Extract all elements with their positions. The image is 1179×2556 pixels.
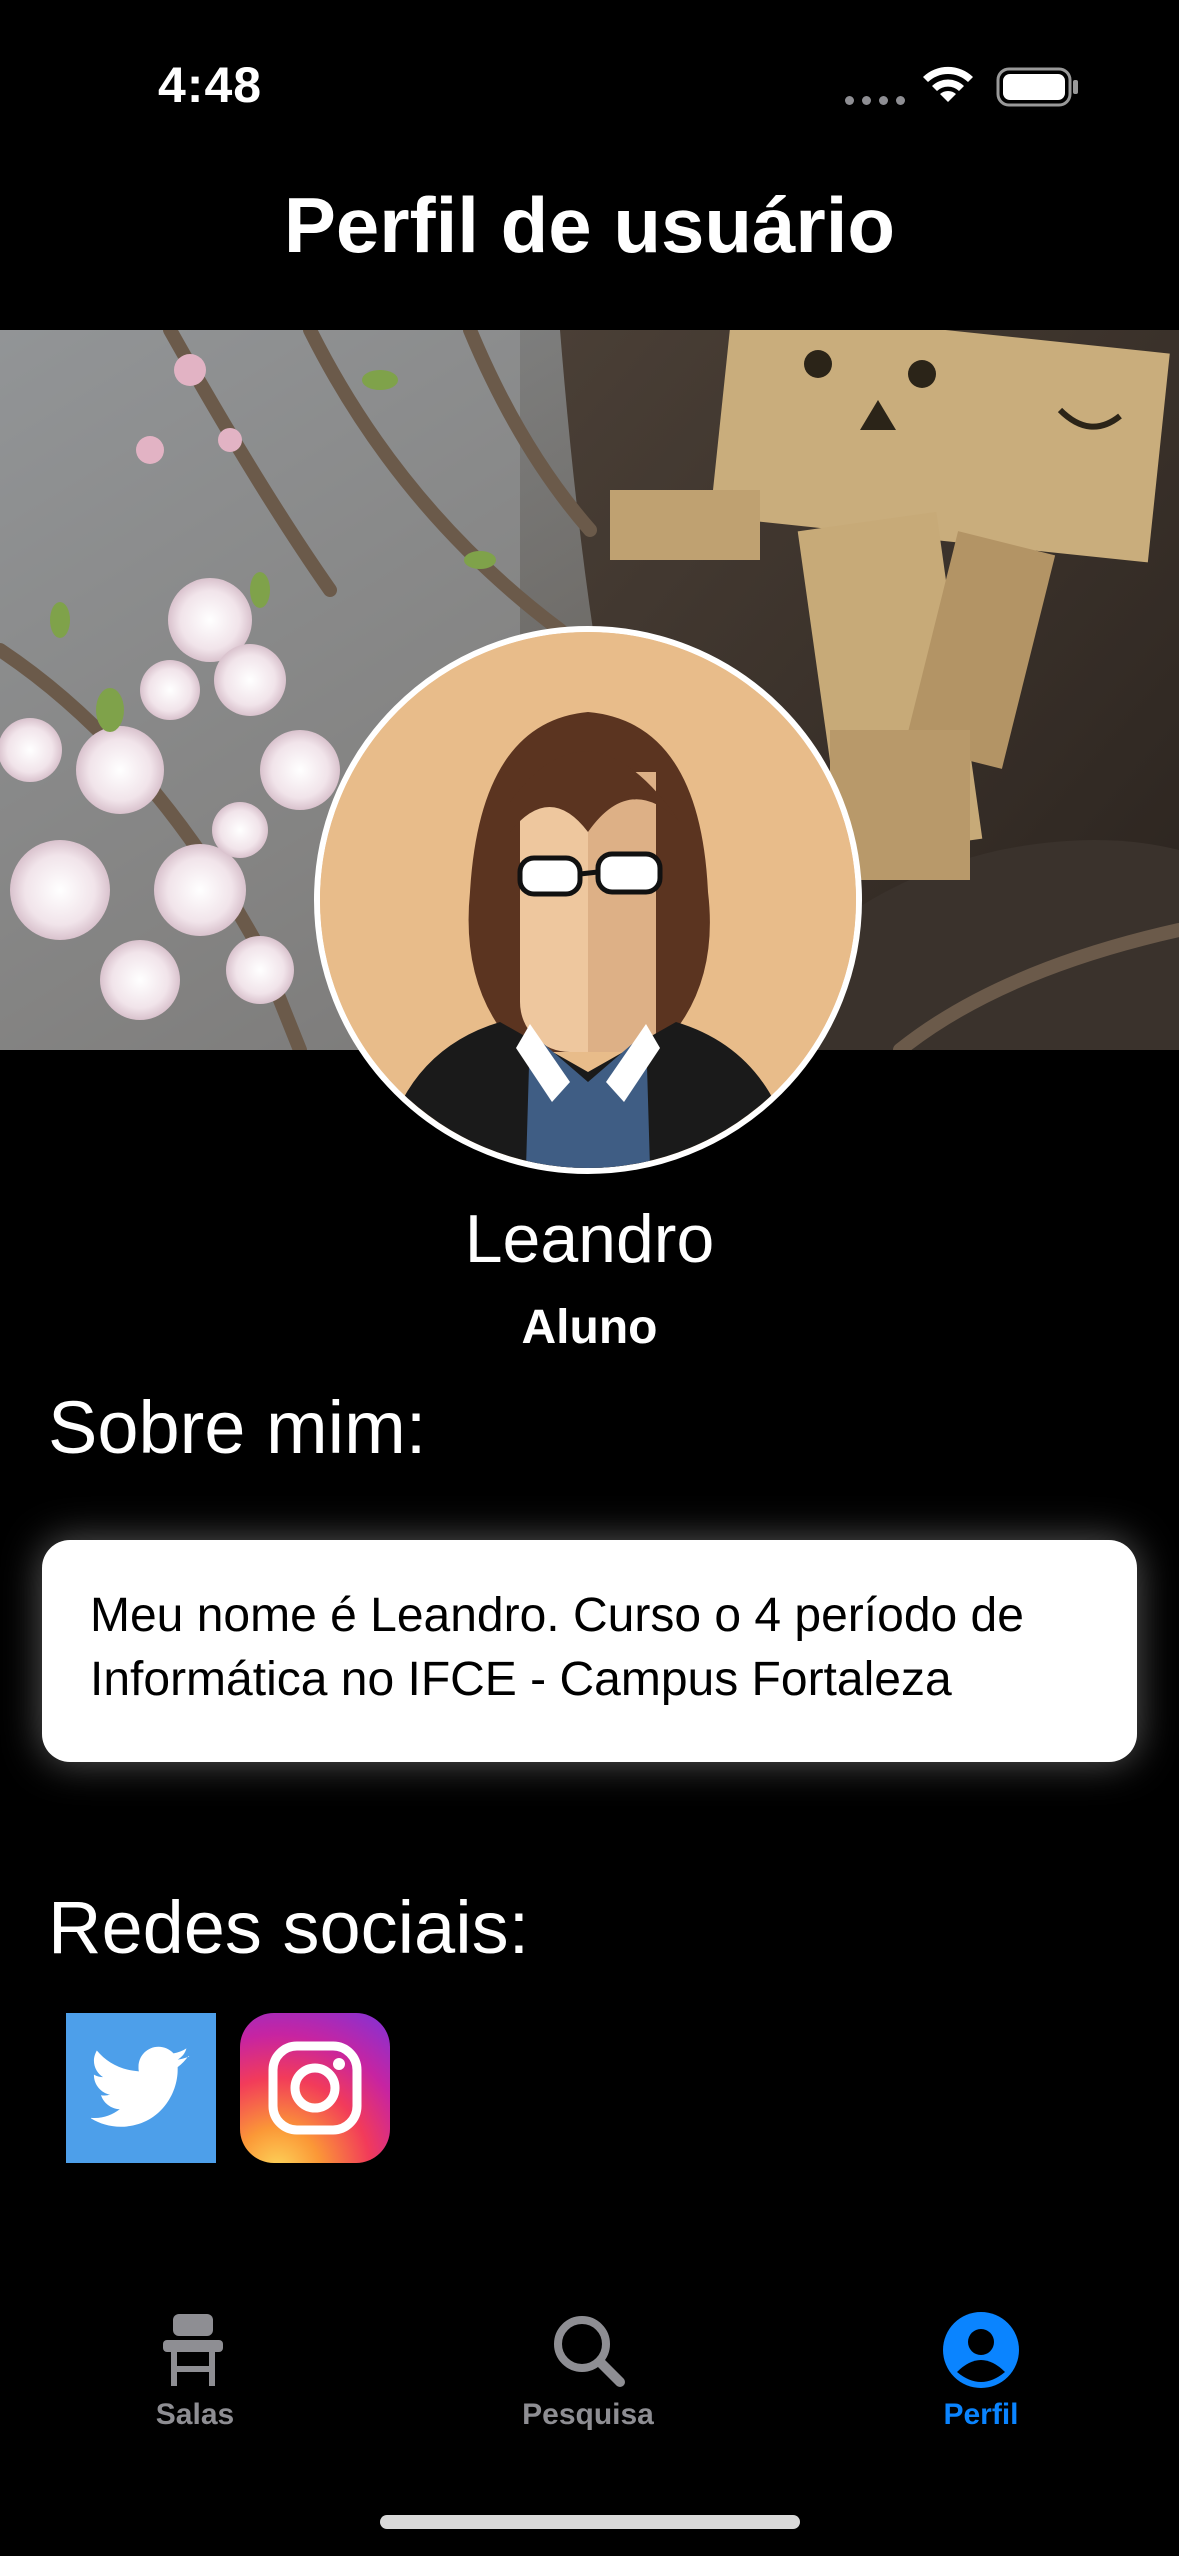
about-section-title: Sobre mim: <box>48 1386 427 1469</box>
instagram-camera-icon <box>268 2041 362 2135</box>
page-title: Perfil de usuário <box>283 181 896 269</box>
tab-salas-label: Salas <box>155 2398 235 2431</box>
user-name: Leandro <box>464 1201 715 1277</box>
tab-bar: Salas Pesquisa Perfil <box>0 2310 1179 2460</box>
tab-pesquisa[interactable]: Pesquisa <box>458 2310 718 2460</box>
wifi-icon <box>923 66 973 102</box>
home-indicator <box>380 2515 800 2529</box>
magnifier-icon <box>554 2316 625 2387</box>
school-desk-icon <box>163 2314 223 2386</box>
cellular-signal-icon <box>845 96 905 105</box>
tab-perfil-label: Perfil <box>943 2398 1019 2431</box>
status-time: 4:48 <box>158 57 263 113</box>
twitter-bird-icon <box>91 2046 190 2127</box>
tab-pesquisa-label: Pesquisa <box>522 2398 654 2431</box>
user-role: Aluno <box>521 1301 658 1354</box>
instagram-button[interactable] <box>240 2013 390 2163</box>
person-circle-icon <box>943 2312 1019 2388</box>
battery-icon <box>996 67 1078 107</box>
social-section-title: Redes sociais: <box>48 1886 530 1969</box>
about-card: Meu nome é Leandro. Curso o 4 período de… <box>42 1540 1137 1762</box>
status-bar: 4:48 <box>0 0 1179 170</box>
tab-perfil[interactable]: Perfil <box>851 2310 1111 2460</box>
twitter-button[interactable] <box>66 2013 216 2163</box>
avatar[interactable] <box>314 626 862 1174</box>
about-text: Meu nome é Leandro. Curso o 4 período de… <box>90 1589 1024 1706</box>
tab-salas[interactable]: Salas <box>65 2310 325 2460</box>
